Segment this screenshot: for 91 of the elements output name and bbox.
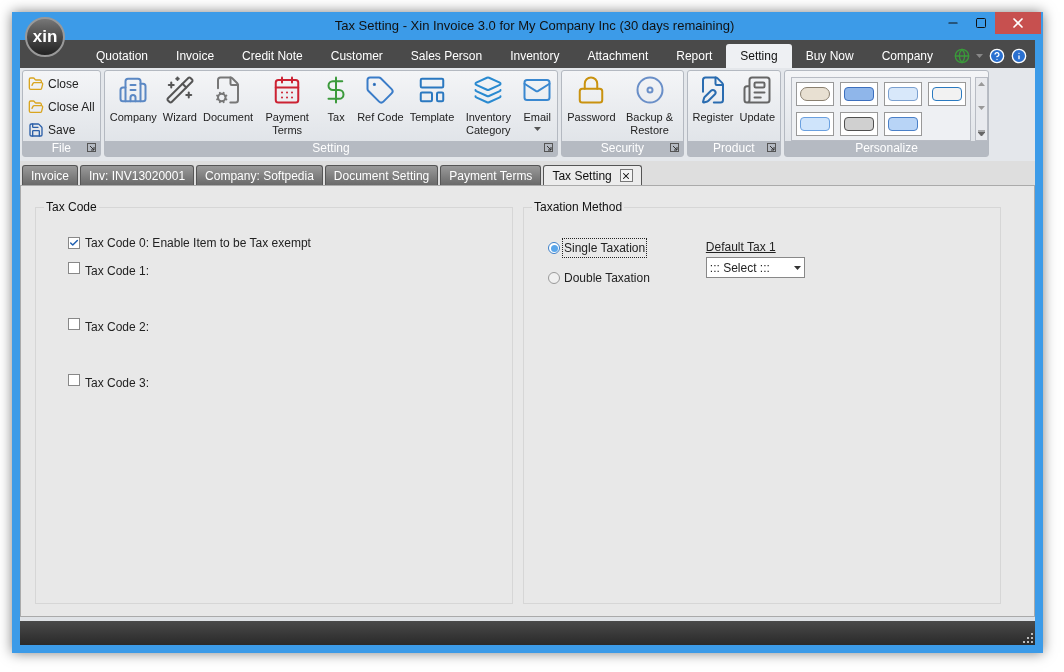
style-swatch[interactable] [796,82,834,106]
ribbon-button[interactable]: Tax [318,75,355,137]
group-label: Setting [104,141,558,156]
field-label: Default Tax 1 [705,239,777,256]
radio-label: Single Taxation [562,238,648,258]
launcher-icon[interactable] [86,143,96,152]
document-tab[interactable]: Company: Softpedia [196,165,323,185]
menu-tab[interactable]: Report [662,44,727,68]
scroll-up-icon[interactable] [978,82,985,86]
ribbon-button[interactable]: Ref Code [354,75,407,137]
checkbox[interactable] [68,237,80,249]
menu-tab[interactable]: Setting [726,44,792,68]
checkbox[interactable] [68,374,80,386]
tag-icon [365,75,396,105]
menu-tab[interactable]: Customer [316,44,397,68]
document-tab[interactable]: Payment Terms [440,165,542,185]
layers-icon [473,75,504,105]
document-tab[interactable]: Inv: INV13020001 [80,165,195,185]
ribbon-button[interactable]: Inventory Category [457,75,520,137]
group-label: Product [687,141,780,156]
ribbon-button[interactable]: Close All [28,97,95,117]
document-tab[interactable]: Document Setting [324,165,439,185]
ribbon-button[interactable]: Update [736,75,778,124]
gallery-scrollbar[interactable] [975,77,988,141]
group-label: Security [562,141,683,156]
caret-icon[interactable] [533,127,541,131]
ribbon-button[interactable]: Wizard [159,75,200,137]
folder-icon [28,99,44,115]
group-title: Tax Code [45,199,98,216]
style-swatch[interactable] [840,82,878,106]
menu-tab[interactable]: Inventory [496,44,574,68]
ribbon-button[interactable]: Email [519,75,556,137]
menu-tab[interactable]: Invoice [162,44,229,68]
close-icon [1010,15,1026,31]
style-swatch[interactable] [796,112,834,136]
style-swatch[interactable] [840,112,878,136]
launcher-icon[interactable] [544,143,554,152]
app-logo: xin [32,26,58,49]
caret-icon [793,265,801,270]
checkbox[interactable] [68,318,80,330]
menu-tab[interactable]: Sales Person [396,44,497,68]
checkbox-label: Tax Code 1: [85,263,150,280]
menu-tab[interactable]: Attachment [573,44,663,68]
expand-icon[interactable] [978,130,985,136]
style-swatch[interactable] [884,82,922,106]
style-swatch[interactable] [884,112,922,136]
radio-label: Double Taxation [563,270,651,287]
checkbox-label: Tax Code 2: [85,319,150,336]
resize-grip-icon [1023,633,1033,643]
group-label: Personalize [785,141,988,156]
ribbon-button[interactable]: Password [564,75,619,137]
menu-tab[interactable]: Quotation [82,44,163,68]
help-icon [989,48,1005,64]
maximize-icon [975,17,987,29]
menu-tab[interactable]: Buy Now [791,44,868,68]
ribbon-button[interactable]: Save [28,120,95,140]
caret-icon [976,54,983,58]
close-button[interactable] [995,12,1041,34]
info-icon [1011,48,1027,64]
launcher-icon[interactable] [767,143,776,152]
building-icon [118,75,149,105]
checkbox-label: Tax Code 0: Enable Item to be Tax exempt [85,235,311,252]
radio-button[interactable] [548,242,560,254]
checkbox[interactable] [68,262,80,274]
tab-close-icon [619,169,633,182]
ribbon-button[interactable]: Company [106,75,160,137]
ribbon-button[interactable]: Backup & Restore [618,75,681,137]
save-icon [28,122,44,138]
ribbon-button[interactable]: Close [28,74,95,94]
ribbon-button[interactable]: Template [406,75,458,137]
ribbon-button[interactable]: Payment Terms [256,75,319,137]
checkbox-label: Tax Code 3: [85,375,150,392]
wand-icon [164,75,195,105]
document-tab[interactable]: Invoice [22,165,79,185]
launcher-icon[interactable] [669,143,679,152]
group-title: Taxation Method [533,199,624,216]
radio-button[interactable] [548,272,560,284]
window-title: Tax Setting - Xin Invoice 3.0 for My Company Inc (30 days remaining) [334,17,735,36]
globe-icon [954,48,970,64]
ribbon-button[interactable]: Document [200,75,257,137]
ribbon-button[interactable]: Register [689,75,737,124]
menu-tab[interactable]: Company [867,44,947,68]
select-dropdown[interactable]: ::: Select ::: [705,257,805,278]
style-swatch[interactable] [928,82,966,106]
folder-icon [28,76,44,92]
menu-tab[interactable]: Credit Note [228,44,317,68]
scroll-down-icon[interactable] [978,106,985,110]
disc-icon [634,75,665,105]
newspaper-icon [742,75,773,105]
group-label: File [23,141,100,156]
document-tab[interactable]: Tax Setting [543,165,642,185]
